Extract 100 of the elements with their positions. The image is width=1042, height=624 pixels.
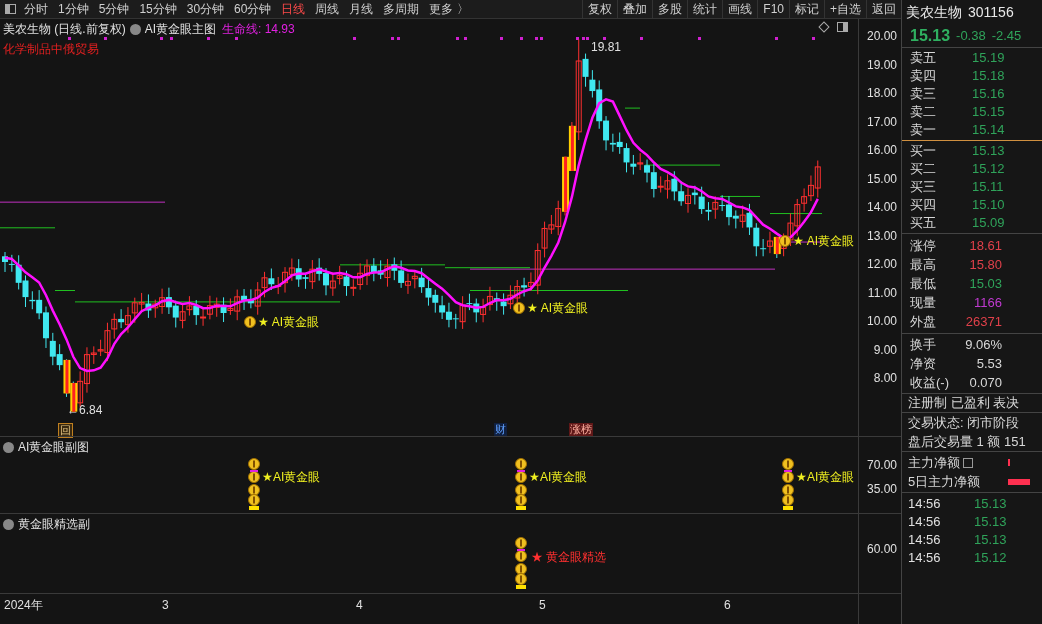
period-tab[interactable]: 分时 [24,0,48,18]
toolbar-button[interactable]: F10 [757,0,789,18]
period-tab[interactable]: 周线 [315,0,340,18]
date-label: 2024年 [4,597,43,614]
dropdown-icon[interactable] [3,518,14,530]
toolbar-button[interactable]: 多股 [652,0,688,18]
order-label: 卖四 [910,67,937,86]
period-tab[interactable]: 30分钟 [186,0,225,18]
signal-bar [773,236,781,255]
period-tab[interactable]: 5分钟 [98,0,130,18]
indicator-name: AI黄金眼主图 [144,21,216,38]
stat-label: 最高 [910,255,937,274]
order-label: 卖三 [910,85,937,104]
stat-label: 净资 [910,354,937,373]
axis-label: 15.00 [866,170,897,188]
indicator-name: 黄金眼精选副 [18,516,90,533]
period-tab[interactable]: 月线 [349,0,374,18]
dropdown-icon[interactable] [3,441,14,453]
order-label: 买五 [910,214,937,233]
info-line: 注册制 已盈利 表决 [902,394,1042,413]
stat-label: 外盘 [910,312,937,331]
fund-flow-label: 主力净额 [908,453,960,472]
period-tab[interactable]: 60分钟 [234,0,272,18]
axis-label: 19.00 [866,56,897,74]
dropdown-icon[interactable] [129,23,141,35]
order-price: 15.16 [972,85,1005,104]
panel-toggle-icon[interactable] [5,4,16,14]
event-tag[interactable]: 涨榜 [569,423,593,436]
stat-value: 15.80 [968,255,1002,274]
tick-time: 14:56 [908,549,942,568]
signal-label: ★AI黄金眼 [262,469,321,486]
tick-price: 15.12 [974,549,1007,568]
indicator-name: AI黄金眼副图 [18,439,90,456]
stat-value: 26371 [964,312,1002,331]
signal-label: ★ AI黄金眼 [793,233,854,250]
order-label: 卖五 [910,49,937,68]
event-tag[interactable]: 回 [58,423,73,438]
fund-flow-bar [1008,478,1030,485]
order-label: 买三 [910,178,937,197]
order-label: 卖二 [910,103,937,122]
toolbar-button[interactable]: +自选 [824,0,866,18]
axis-label: 17.00 [866,113,897,131]
stat-value: 0.070 [968,373,1002,392]
high-price-label: 19.81 [591,39,622,56]
date-label: 4 [356,597,363,614]
chart-title: 美农生物 (日线.前复权) [3,21,126,38]
date-label: 6 [724,597,731,614]
period-tab[interactable]: 15分钟 [139,0,177,18]
stat-label: 最低 [910,274,937,293]
axis-label: 18.00 [866,85,897,102]
axis-label: 12.00 [866,256,897,273]
order-label: 买二 [910,160,937,179]
toolbar-button[interactable]: 标记 [789,0,824,18]
coin-icon [513,302,525,314]
signal-label: ★ AI黄金眼 [527,300,588,317]
order-price: 15.11 [972,178,1004,197]
stat-value: 15.03 [968,274,1002,293]
axis-label: 10.00 [866,313,897,330]
order-price: 15.13 [972,142,1005,161]
toolbar-button[interactable]: 统计 [687,0,723,18]
axis-label: 11.00 [867,284,897,302]
order-price: 15.12 [972,160,1005,179]
stat-value: 18.61 [968,236,1002,255]
info-line: 盘后交易量 1 额 151 [907,432,1027,451]
order-price: 15.14 [972,121,1005,140]
period-tab[interactable]: 更多 〉 [429,0,469,18]
signal-label: ★ 黄金眼精选 [531,549,607,566]
tick-price: 15.13 [974,513,1007,532]
toolbar-button[interactable]: 叠加 [617,0,653,18]
tick-time: 14:56 [908,495,942,514]
stat-label: 现量 [910,293,937,312]
panel-toggle-icon[interactable] [837,22,848,32]
tick-price: 15.13 [974,495,1007,514]
signal-label: ★ AI黄金眼 [258,314,319,331]
axis-label: 70.00 [866,457,897,474]
axis-label: 13.00 [866,227,897,245]
list-icon[interactable] [963,457,973,468]
lifeline-value: 生命线: 14.93 [222,21,295,38]
axis-label: 9.00 [873,341,897,359]
period-tab[interactable]: 多周期 [383,0,420,18]
order-price: 15.19 [972,49,1005,68]
signal-label: ★AI黄金眼 [796,469,855,486]
order-price: 15.10 [972,196,1005,215]
period-tab[interactable]: 1分钟 [58,0,89,18]
axis-label: 14.00 [866,199,897,216]
concept-label: 化学制品中俄贸易 [3,41,99,58]
coin-stack-icon [782,458,794,510]
order-price: 15.15 [972,103,1005,122]
stat-label: 涨停 [910,236,937,255]
toolbar-button[interactable]: 画线 [722,0,758,18]
coin-icon [779,235,791,247]
stat-value: 9.06% [964,335,1002,354]
toolbar-button[interactable]: 复权 [582,0,618,18]
period-tab[interactable]: 日线 [281,0,306,18]
last-price: 15.13 [910,25,951,46]
event-tag[interactable]: 财 [494,423,507,436]
order-label: 买一 [910,142,937,161]
axis-label: 20.00 [866,28,897,45]
date-label: 5 [539,597,546,614]
order-label: 卖一 [910,121,937,140]
